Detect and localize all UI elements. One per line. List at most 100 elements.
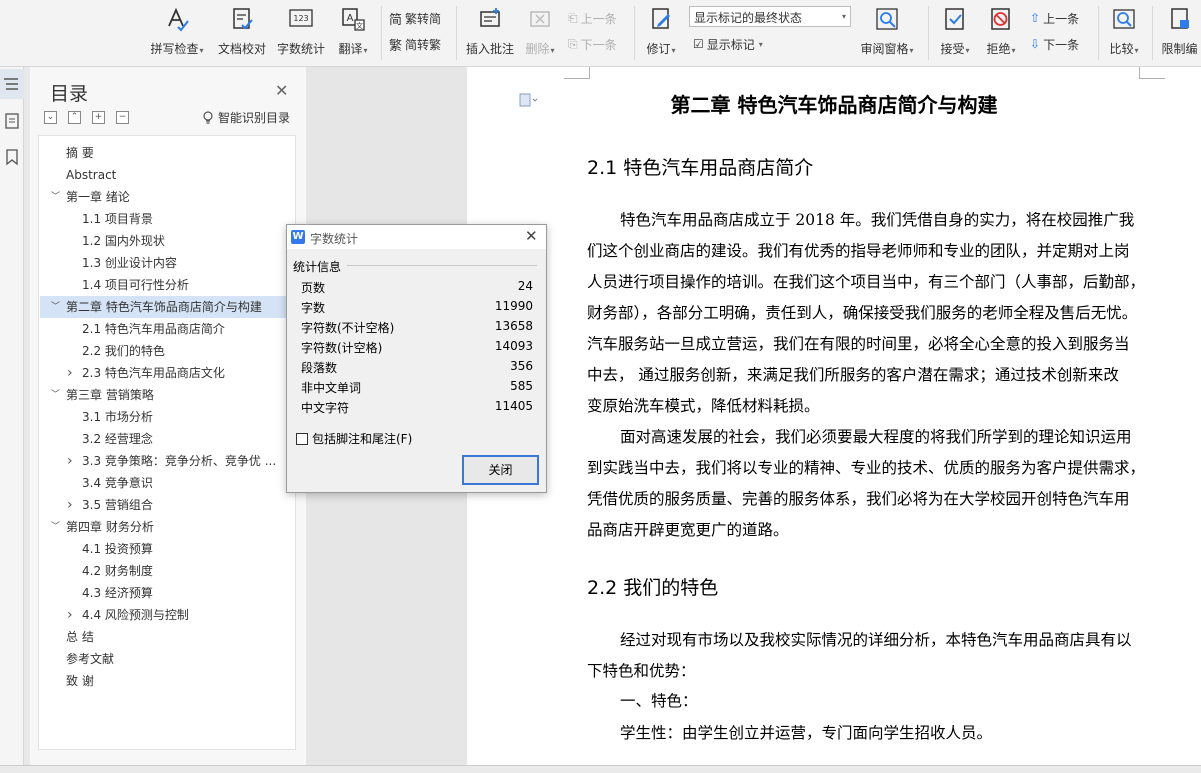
checkbox-box[interactable]	[296, 432, 308, 445]
track-changes-button[interactable]: 修订▾	[642, 4, 680, 60]
spell-check-button[interactable]: 拼写检查▾	[146, 4, 208, 60]
bookmark-tab-icon[interactable]	[3, 148, 21, 166]
toc-item[interactable]: 3.2 经营理念	[40, 428, 295, 450]
close-icon[interactable]: ✕	[275, 81, 288, 100]
chevron-right-icon[interactable]: ›	[67, 450, 73, 472]
chevron-right-icon[interactable]: ›	[67, 604, 73, 626]
toc-item[interactable]: Abstract	[40, 164, 295, 186]
chevron-down-icon[interactable]: ﹀	[51, 296, 60, 318]
next-change-button[interactable]: ⇩ 下一条	[1030, 34, 1079, 54]
delete-comment-button[interactable]: 删除▾	[522, 4, 558, 60]
chevron-down-icon[interactable]: ﹀	[51, 516, 60, 538]
chevron-right-icon[interactable]: ›	[67, 362, 73, 384]
doc-proof-button[interactable]: 文档校对	[214, 4, 270, 60]
review-pane-button[interactable]: 审阅窗格▾	[858, 4, 916, 60]
toc-item-label: 第一章 绪论	[66, 190, 130, 204]
stat-row: 段落数 356	[301, 359, 533, 379]
reject-button[interactable]: 拒绝▾	[982, 4, 1020, 60]
trad-to-simp-button[interactable]: 简 繁转简	[389, 8, 441, 28]
toc-list: 摘 要 Abstract ﹀ 第一章 绪论 1.1 项目背景 1.2 国内外现状 1.3 创…	[38, 135, 296, 750]
word-count-button[interactable]: 123 字数统计	[274, 4, 328, 60]
toc-item[interactable]: 4.3 经济预算	[40, 582, 295, 604]
status-bar	[0, 765, 1201, 773]
chevron-down-icon[interactable]: ﹀	[51, 384, 60, 406]
toc-item-label: 1.1 项目背景	[82, 212, 153, 226]
chevron-right-icon[interactable]: ›	[67, 494, 73, 516]
document-page[interactable]: 第二章 特色汽车饰品商店简介与构建 2.1 特色汽车用品商店简介 2.2 我们的…	[467, 67, 1201, 773]
svg-text:123: 123	[293, 14, 308, 23]
collapse-all-icon[interactable]: ⌃	[68, 111, 81, 124]
remove-heading-icon[interactable]: −	[116, 111, 129, 124]
stat-row: 字符数(计空格) 14093	[301, 339, 533, 359]
toolbar-separator	[1152, 6, 1153, 60]
track-changes-icon	[652, 8, 670, 29]
toc-item[interactable]: ﹀ 第三章 营销策略	[40, 384, 295, 406]
toc-item-label: 第三章 营销策略	[66, 388, 154, 402]
compare-button[interactable]: 比较▾	[1104, 4, 1144, 60]
reject-icon	[991, 8, 1010, 30]
toc-item-label: 3.4 竞争意识	[82, 476, 153, 490]
toc-item[interactable]: 摘 要	[40, 142, 295, 164]
next-comment-button[interactable]: ⎘ 下一条	[568, 34, 617, 54]
chevron-down-icon[interactable]: ﹀	[51, 186, 60, 208]
toc-item-label: Abstract	[66, 168, 117, 182]
include-footnotes-checkbox[interactable]: 包括脚注和尾注(F)	[296, 430, 412, 447]
add-heading-icon[interactable]: +	[92, 111, 105, 124]
toc-item[interactable]: 2.1 特色汽车用品商店简介	[40, 318, 295, 340]
toc-item[interactable]: 2.2 我们的特色	[40, 340, 295, 362]
close-button[interactable]: 关闭	[462, 455, 539, 485]
body-line: 人员进行项目操作的培训。在我们这个项目当中，有三个部门（人事部，后勤部，	[587, 273, 1146, 291]
insert-comment-button[interactable]: 插入批注	[462, 4, 518, 60]
translate-button[interactable]: A文 翻译▾	[332, 4, 374, 60]
toc-item-label: 3.3 竞争策略：竞争分析、竞争优 ...	[82, 454, 277, 468]
compare-icon	[1113, 9, 1135, 29]
toc-item[interactable]: 1.3 创业设计内容	[40, 252, 295, 274]
section-heading: 2.1 特色汽车用品商店简介	[587, 157, 814, 179]
toc-item[interactable]: › 2.3 特色汽车用品商店文化	[40, 362, 295, 384]
stat-value: 14093	[494, 339, 533, 353]
stat-label: 非中文单词	[301, 381, 362, 395]
restrict-edit-button[interactable]: 限制编	[1158, 4, 1201, 60]
toc-item[interactable]: 参考文献	[40, 648, 295, 670]
prev-change-button[interactable]: ⇧ 上一条	[1030, 8, 1079, 28]
body-line: 们这个创业商店的建设。我们有优秀的指导老师师和专业的团队，并定期对上岗	[587, 242, 1130, 260]
show-markup-button[interactable]: ☑ 显示标记 ▾	[693, 34, 763, 54]
smart-toc-button[interactable]: 智能识别目录	[202, 109, 290, 126]
toc-item[interactable]: 总 结	[40, 626, 295, 648]
prev-change-icon: ⇧	[1030, 11, 1041, 25]
toc-tab-icon[interactable]	[3, 75, 21, 93]
simp-to-trad-button[interactable]: 繁 简转繁	[389, 34, 441, 54]
accept-button[interactable]: 接受▾	[936, 4, 974, 60]
toc-item[interactable]: 3.4 竞争意识	[40, 472, 295, 494]
stat-label: 字符数(计空格)	[301, 341, 383, 355]
toc-item[interactable]: 4.2 财务制度	[40, 560, 295, 582]
pages-tab-icon[interactable]	[3, 112, 21, 130]
toc-item[interactable]: 1.1 项目背景	[40, 208, 295, 230]
toolbar-separator	[1098, 6, 1099, 60]
app-logo-icon: W	[291, 230, 305, 244]
toc-item[interactable]: ﹀ 第一章 绪论	[40, 186, 295, 208]
page-corner-mark	[564, 67, 590, 79]
prev-comment-button[interactable]: ⎗ 上一条	[568, 8, 617, 28]
close-icon[interactable]: ✕	[525, 227, 538, 245]
toc-item-label: 第二章 特色汽车饰品商店简介与构建	[66, 300, 262, 314]
body-line: 中去， 通过服务创新，来满足我们所服务的客户潜在需求；通过技术创新来改	[587, 366, 1119, 384]
toc-item[interactable]: › 3.5 营销组合	[40, 494, 295, 516]
lightbulb-icon	[203, 110, 213, 124]
toc-item[interactable]: › 3.3 竞争策略：竞争分析、竞争优 ...	[40, 450, 295, 472]
toc-item[interactable]: ﹀ 第二章 特色汽车饰品商店简介与构建	[40, 296, 295, 318]
review-toolbar: 拼写检查▾ 文档校对 123 字数统计 A文 翻译▾ 简 繁转简 繁 简转繁 插…	[0, 0, 1201, 67]
stat-label: 中文字符	[301, 401, 350, 415]
toc-item[interactable]: › 4.4 风险预测与控制	[40, 604, 295, 626]
markup-state-select[interactable]: 显示标记的最终状态 ▾	[689, 6, 851, 27]
toc-item-label: 2.1 特色汽车用品商店简介	[82, 322, 225, 336]
toc-item[interactable]: 1.2 国内外现状	[40, 230, 295, 252]
toc-item[interactable]: 4.1 投资预算	[40, 538, 295, 560]
expand-all-icon[interactable]: ⌄	[44, 111, 57, 124]
toc-item[interactable]: 3.1 市场分析	[40, 406, 295, 428]
toc-item[interactable]: ﹀ 第四章 财务分析	[40, 516, 295, 538]
toc-item[interactable]: 1.4 项目可行性分析	[40, 274, 295, 296]
toc-item[interactable]: 致 谢	[40, 670, 295, 692]
simp-to-trad-icon: 繁	[389, 38, 403, 54]
dialog-titlebar[interactable]: W 字数统计 ✕	[287, 225, 546, 249]
